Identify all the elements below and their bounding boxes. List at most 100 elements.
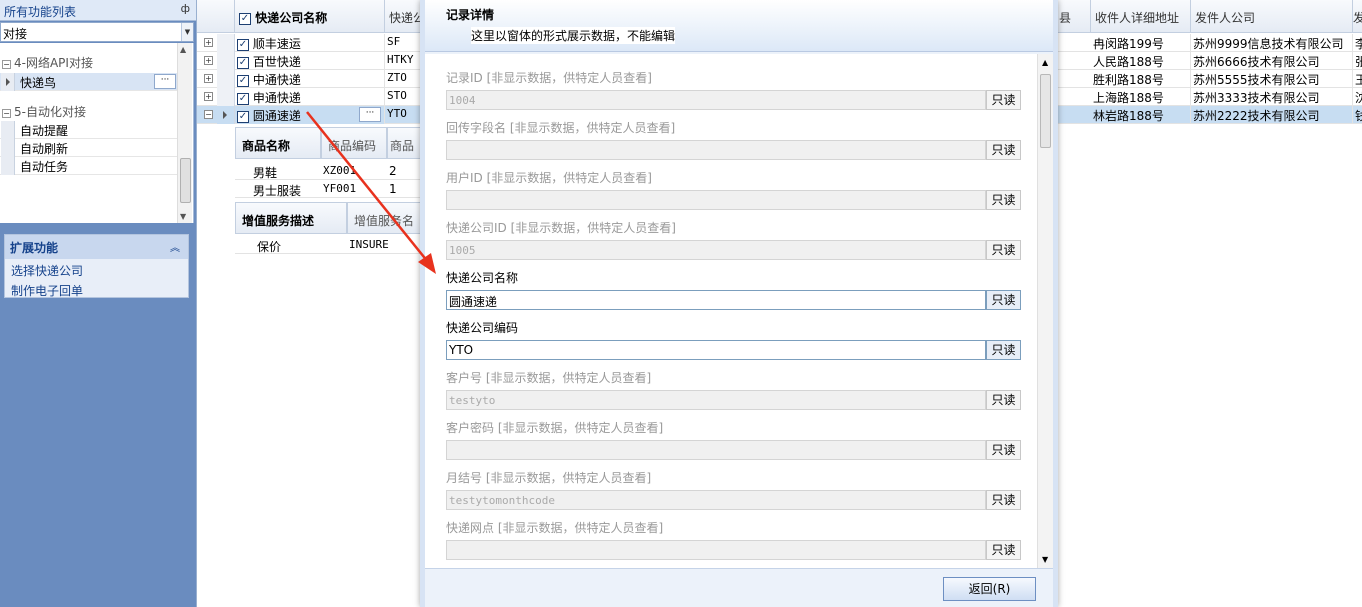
services-header-name[interactable]: 增值服务名 (347, 202, 425, 234)
table-row[interactable]: 男士服装 YF001 1 (235, 181, 425, 198)
readonly-button[interactable]: 只读 (986, 140, 1021, 160)
dialog-scrollbar[interactable]: ▲ ▼ (1037, 54, 1053, 568)
tree-item-label: 自动刷新 (20, 142, 69, 156)
field-label: 快递网点 [非显示数据，供特定人员查看] (446, 521, 664, 535)
row-indicator-icon (1, 73, 15, 91)
left-panel: 所有功能列表 ф 对接 ▼ −4-网络API对接 快递鸟 ··· −5-自动化对… (0, 0, 196, 607)
header-label: 快递公司名称 (255, 11, 328, 25)
row-indicator-cell (217, 88, 235, 106)
courier-code-input[interactable]: YTO (446, 340, 986, 360)
collapse-icon[interactable]: − (2, 60, 11, 69)
tree-group-automation[interactable]: −5-自动化对接 (2, 103, 86, 120)
tree-group-network-api[interactable]: −4-网络API对接 (2, 54, 93, 71)
goods-header-code[interactable]: 商品编码 (321, 127, 387, 159)
row-checkbox[interactable]: ✓ (237, 74, 249, 87)
tree-item-auto-remind[interactable]: 自动提醒 (0, 121, 178, 139)
readonly-button[interactable]: 只读 (986, 90, 1021, 110)
grid-header-county[interactable]: 县 (1055, 0, 1091, 33)
tree-item-auto-refresh[interactable]: 自动刷新 (0, 139, 178, 157)
row-checkbox[interactable]: ✓ (237, 110, 249, 123)
grid-header-company[interactable]: 发件人公司 (1191, 0, 1353, 33)
cell-sender: 沈 (1355, 88, 1362, 106)
expand-icon[interactable]: + (204, 92, 213, 101)
collapse-icon[interactable]: − (2, 109, 11, 118)
extension-panel-header[interactable]: 扩展功能 ︽ (5, 235, 188, 259)
grid-header-address[interactable]: 收件人详细地址 (1091, 0, 1191, 33)
tree-item-auto-task[interactable]: 自动任务 (0, 157, 178, 175)
scroll-down-icon[interactable]: ▼ (180, 212, 186, 221)
readonly-button[interactable]: 只读 (986, 240, 1021, 260)
tree-item-kuaidiniao[interactable]: 快递鸟 ··· (0, 73, 178, 91)
services-detail-grid: 增值服务描述 增值服务名 保价 INSURE (235, 202, 425, 256)
field-input: 1005 (446, 240, 986, 260)
function-filter-combo[interactable]: 对接 ▼ (0, 22, 194, 42)
cell-name: 顺丰速运 (252, 37, 301, 51)
goods-header-name[interactable]: 商品名称 (235, 127, 321, 159)
chevron-down-icon[interactable]: ▼ (181, 23, 193, 41)
table-row[interactable]: 男鞋 XZ001 2 (235, 163, 425, 180)
extension-panel: 扩展功能 ︽ 选择快递公司 制作电子回单 (4, 234, 189, 298)
readonly-button[interactable]: 只读 (986, 340, 1021, 360)
cell-address: 人民路188号 (1093, 52, 1191, 70)
back-button[interactable]: 返回(R) (943, 577, 1036, 601)
field-label: 快递公司编码 (446, 321, 519, 335)
cell-goods-code: XZ001 (323, 164, 357, 177)
services-header-desc[interactable]: 增值服务描述 (235, 202, 347, 234)
row-indicator-cell (1, 139, 15, 157)
pin-icon[interactable]: ф (181, 2, 190, 15)
readonly-button[interactable]: 只读 (986, 390, 1021, 410)
collapse-up-icon[interactable]: ︽ (170, 239, 180, 254)
grid-header-name[interactable]: ✓ 快递公司名称 (235, 0, 385, 33)
expand-icon[interactable]: + (204, 74, 213, 83)
field-input (446, 190, 986, 210)
readonly-button[interactable]: 只读 (986, 490, 1021, 510)
header-label: 县 (1059, 11, 1072, 25)
courier-name-input[interactable]: 圆通速递 (446, 290, 986, 310)
scroll-up-icon[interactable]: ▲ (180, 45, 186, 54)
readonly-button[interactable]: 只读 (986, 440, 1021, 460)
cell-goods-qty: 2 (389, 164, 397, 178)
field-label: 用户ID [非显示数据，供特定人员查看] (446, 171, 652, 185)
grid-header-sender[interactable]: 发 (1353, 0, 1362, 33)
expand-icon[interactable]: + (204, 38, 213, 47)
grid-header-code[interactable]: 快递公 (385, 0, 425, 33)
dialog-form: 记录ID [非显示数据，供特定人员查看] 1004 只读 回传字段名 [非显示数… (425, 54, 1053, 568)
dialog-footer: 返回(R) (425, 568, 1053, 607)
scroll-up-icon[interactable]: ▲ (1042, 58, 1048, 67)
cell-address: 林岩路188号 (1093, 106, 1191, 124)
dialog-title: 记录详情 (446, 8, 495, 22)
readonly-button[interactable]: 只读 (986, 190, 1021, 210)
ellipsis-button[interactable]: ··· (359, 107, 381, 122)
field-label: 回传字段名 [非显示数据，供特定人员查看] (446, 121, 676, 135)
expand-icon[interactable]: + (204, 56, 213, 65)
row-indicator-cell (217, 52, 235, 70)
make-receipt-link[interactable]: 制作电子回单 (11, 282, 83, 299)
select-all-checkbox[interactable]: ✓ (239, 12, 251, 25)
row-checkbox[interactable]: ✓ (237, 38, 249, 51)
function-filter-value[interactable]: 对接 (3, 25, 27, 42)
tree-scrollbar[interactable]: ▲ ▼ (177, 43, 192, 223)
tree-item-label: 自动任务 (20, 160, 69, 174)
scroll-thumb[interactable] (180, 158, 191, 203)
cell-company: 苏州2222技术有限公司 (1193, 106, 1353, 124)
table-row[interactable]: 保价 INSURE (235, 237, 425, 254)
scroll-thumb[interactable] (1040, 74, 1051, 148)
cell-name: 中通快递 (252, 73, 301, 87)
record-detail-dialog: 记录详情 这里以窗体的形式展示数据，不能编辑 记录ID [非显示数据，供特定人员… (420, 0, 1058, 607)
readonly-button[interactable]: 只读 (986, 290, 1021, 310)
cell-sender: 钱 (1355, 106, 1362, 124)
ellipsis-button[interactable]: ··· (154, 74, 176, 89)
cell-name: 申通快递 (252, 91, 301, 105)
header-label: 商品 (390, 139, 415, 153)
tree-group-label: 4-网络API对接 (14, 56, 93, 70)
row-checkbox[interactable]: ✓ (237, 92, 249, 105)
field-label: 客户密码 [非显示数据，供特定人员查看] (446, 421, 664, 435)
scroll-down-icon[interactable]: ▼ (1042, 555, 1048, 564)
select-courier-link[interactable]: 选择快递公司 (11, 262, 83, 279)
cell-company: 苏州3333技术有限公司 (1193, 88, 1353, 106)
collapse-icon[interactable]: − (204, 110, 213, 119)
row-checkbox[interactable]: ✓ (237, 56, 249, 69)
dialog-subtitle: 这里以窗体的形式展示数据，不能编辑 (471, 27, 676, 44)
readonly-button[interactable]: 只读 (986, 540, 1021, 560)
row-indicator-cell (1, 157, 15, 175)
